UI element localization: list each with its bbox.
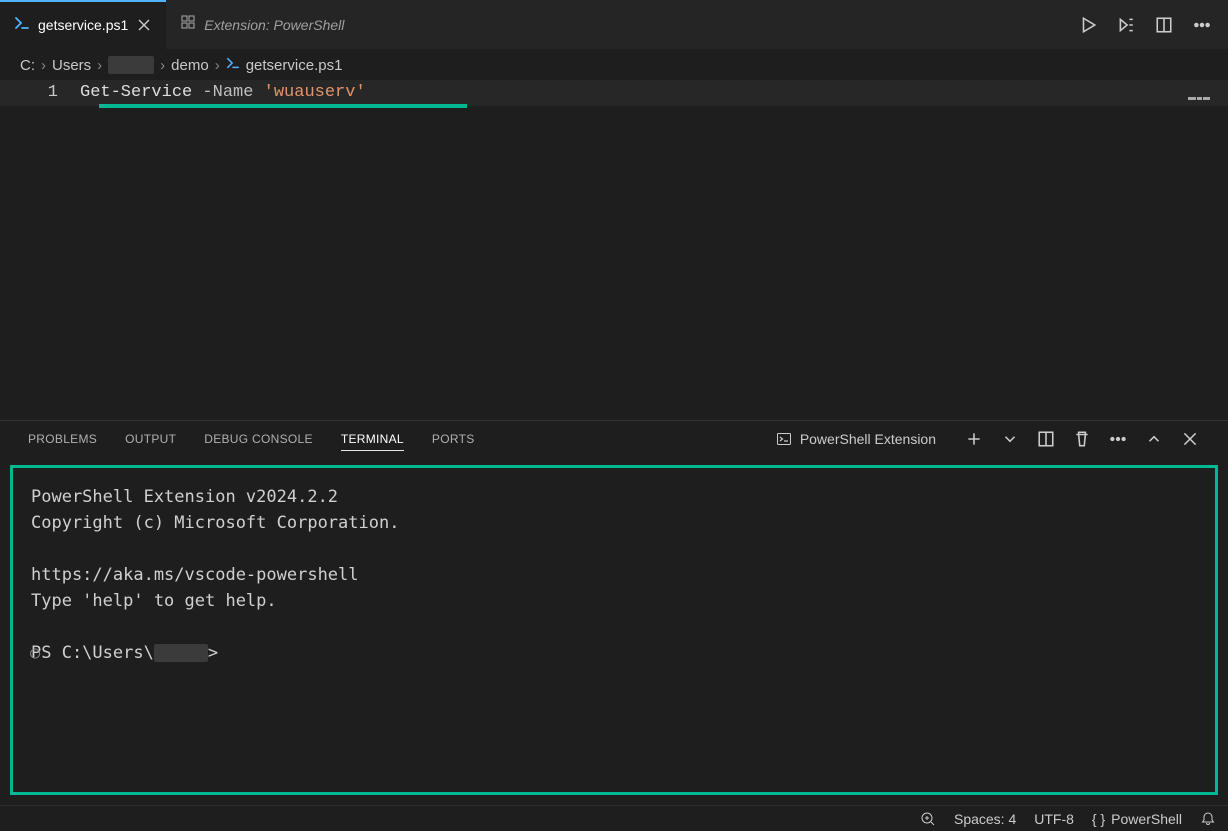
tab-label: getservice.ps1 xyxy=(38,17,128,33)
code-editor[interactable]: 1 Get-Service -Name 'wuauserv' xyxy=(0,80,1228,420)
terminal-output[interactable]: PowerShell Extension v2024.2.2 Copyright… xyxy=(10,465,1218,795)
new-terminal-icon[interactable] xyxy=(964,429,984,449)
powershell-icon xyxy=(14,15,30,35)
terminal-line: Type 'help' to get help. xyxy=(31,588,1197,614)
terminal-selector-label: PowerShell Extension xyxy=(800,431,936,447)
chevron-up-icon[interactable] xyxy=(1144,429,1164,449)
terminal-line: https://aka.ms/vscode-powershell xyxy=(31,562,1197,588)
close-icon[interactable] xyxy=(136,17,152,33)
breadcrumb-seg: demo xyxy=(171,57,209,74)
chevron-right-icon: › xyxy=(160,57,165,74)
chevron-right-icon: › xyxy=(215,57,220,74)
panel-tabs: PROBLEMS OUTPUT DEBUG CONSOLE TERMINAL P… xyxy=(0,421,1228,457)
tab-extension[interactable]: Extension: PowerShell xyxy=(166,0,358,49)
status-encoding[interactable]: UTF-8 xyxy=(1034,811,1074,827)
terminal-line: Copyright (c) Microsoft Corporation. xyxy=(31,510,1197,536)
code-line[interactable]: Get-Service -Name 'wuauserv' xyxy=(80,80,366,106)
tab-debug-console[interactable]: DEBUG CONSOLE xyxy=(204,428,313,450)
chevron-right-icon: › xyxy=(41,57,46,74)
status-spaces[interactable]: Spaces: 4 xyxy=(954,811,1016,827)
extensions-icon xyxy=(180,14,196,35)
chevron-right-icon: › xyxy=(97,57,102,74)
prompt-indicator-icon: ○ xyxy=(30,640,40,666)
tab-bar: getservice.ps1 Extension: PowerShell xyxy=(0,0,1228,50)
tab-ports[interactable]: PORTS xyxy=(432,428,475,450)
status-bell-icon[interactable] xyxy=(1200,811,1216,827)
status-bar: Spaces: 4 UTF-8 { } PowerShell xyxy=(0,805,1228,831)
tab-output[interactable]: OUTPUT xyxy=(125,428,176,450)
bottom-panel: PROBLEMS OUTPUT DEBUG CONSOLE TERMINAL P… xyxy=(0,420,1228,805)
powershell-icon xyxy=(226,56,240,74)
tab-terminal[interactable]: TERMINAL xyxy=(341,428,404,451)
breadcrumb-seg: C: xyxy=(20,57,35,74)
terminal-selector[interactable]: PowerShell Extension xyxy=(776,431,936,447)
run-below-icon[interactable] xyxy=(1116,15,1136,35)
tab-problems[interactable]: PROBLEMS xyxy=(28,428,97,450)
breadcrumb[interactable]: C: › Users › › demo › getservice.ps1 xyxy=(0,50,1228,80)
more-icon[interactable] xyxy=(1108,429,1128,449)
chevron-down-icon[interactable] xyxy=(1000,429,1020,449)
breadcrumb-seg-redacted xyxy=(108,56,154,74)
breadcrumb-seg: getservice.ps1 xyxy=(246,57,343,74)
prompt-user-redacted xyxy=(154,644,208,662)
close-panel-icon[interactable] xyxy=(1180,429,1200,449)
more-icon[interactable] xyxy=(1192,15,1212,35)
highlight-underline xyxy=(99,104,467,108)
split-editor-icon[interactable] xyxy=(1154,15,1174,35)
line-number: 1 xyxy=(0,80,80,106)
breadcrumb-seg: Users xyxy=(52,57,91,74)
tab-label: Extension: PowerShell xyxy=(204,17,344,33)
editor-actions xyxy=(1062,0,1228,49)
run-icon[interactable] xyxy=(1078,15,1098,35)
status-language[interactable]: { } PowerShell xyxy=(1092,811,1182,827)
status-zoom[interactable] xyxy=(920,811,936,827)
braces-icon: { } xyxy=(1092,811,1105,827)
split-terminal-icon[interactable] xyxy=(1036,429,1056,449)
trash-icon[interactable] xyxy=(1072,429,1092,449)
terminal-line: PowerShell Extension v2024.2.2 xyxy=(31,484,1197,510)
tab-active-file[interactable]: getservice.ps1 xyxy=(0,0,166,49)
terminal-prompt[interactable]: ○ PS C:\Users\> xyxy=(31,640,1197,666)
minimap[interactable] xyxy=(1188,84,1220,90)
